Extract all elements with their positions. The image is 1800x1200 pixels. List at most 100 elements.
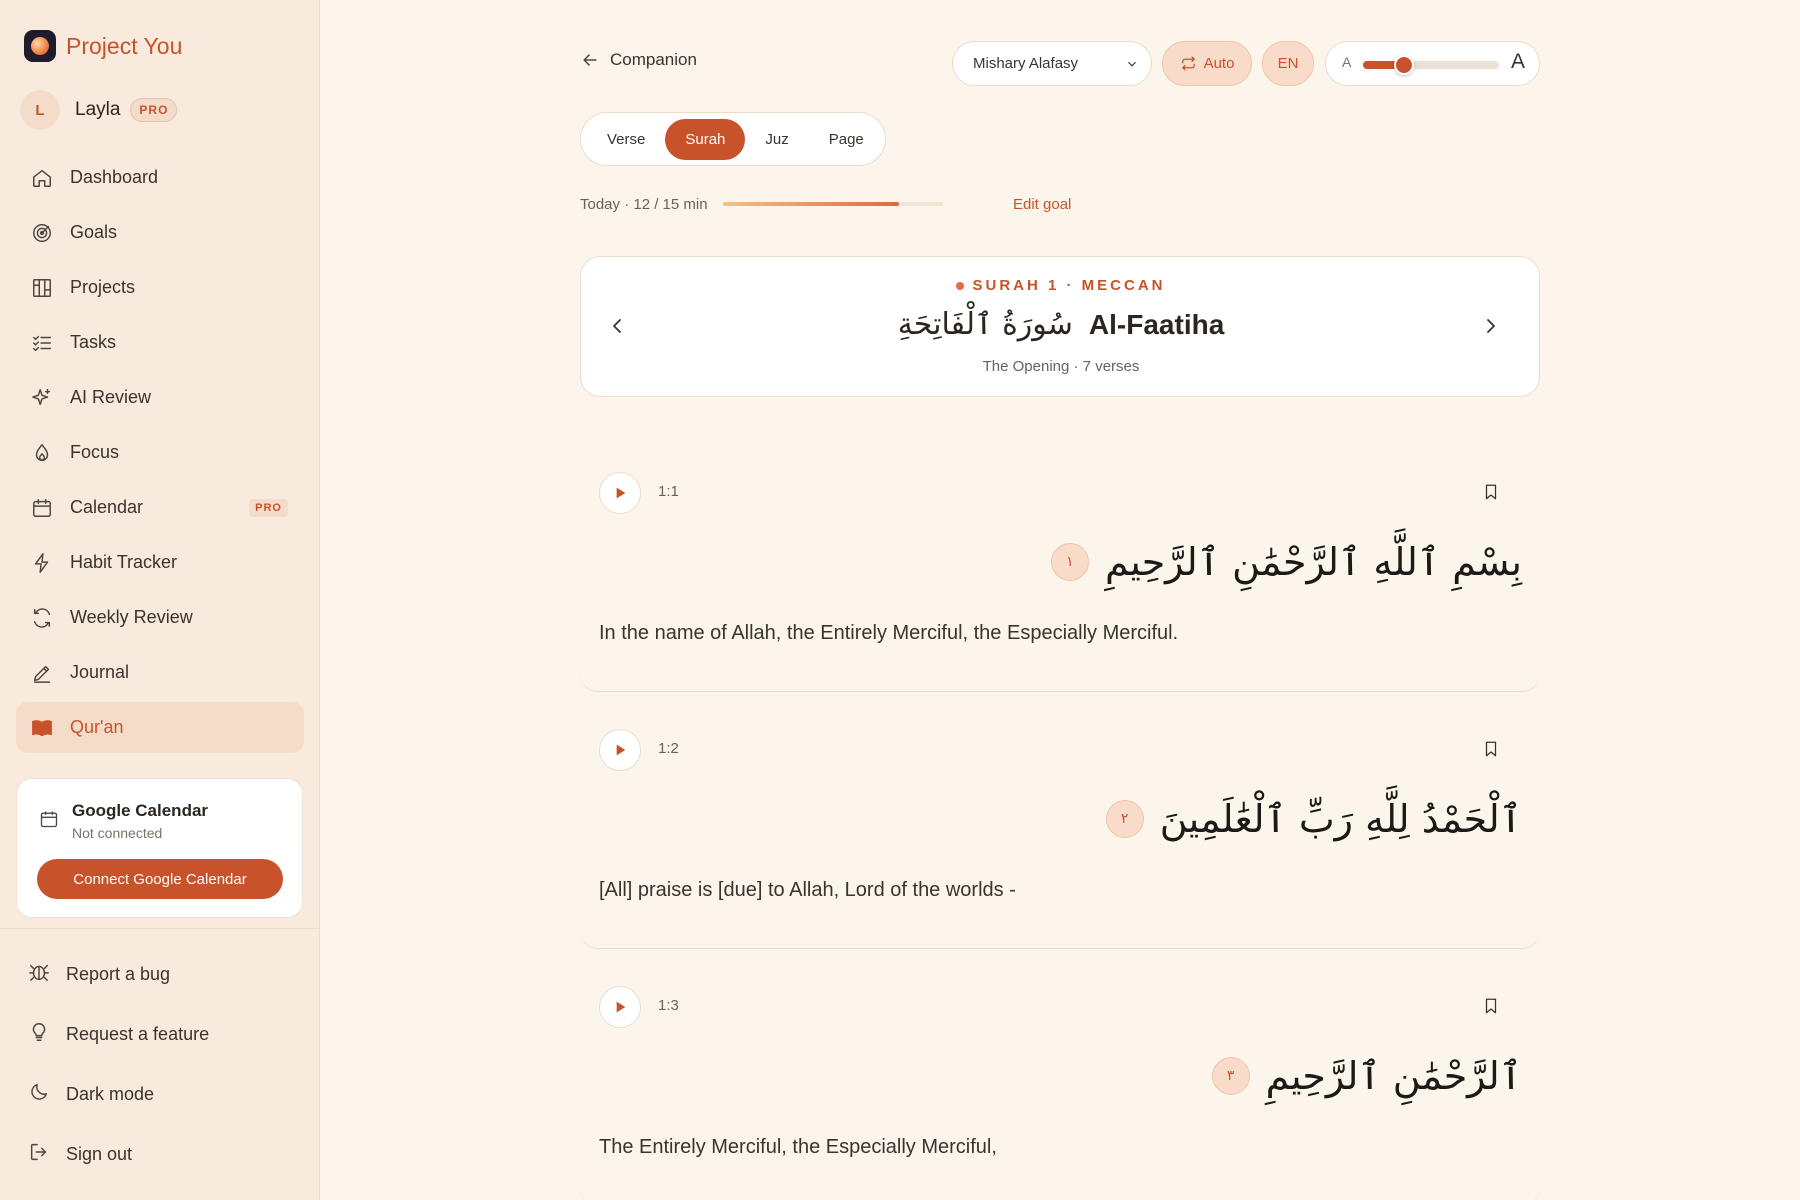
bookmark-button[interactable] <box>1482 482 1500 507</box>
verse-number: ١ <box>1050 543 1089 581</box>
tab-page[interactable]: Page <box>809 119 884 160</box>
edit-goal-link[interactable]: Edit goal <box>1013 196 1071 213</box>
verse-card: 1:3 ٣ ٱلرَّحْمَٰنِ ٱلرَّحِيمِ The Entire… <box>580 966 1540 1200</box>
sidebar-item-dashboard[interactable]: Dashboard <box>16 152 304 203</box>
sidebar-item-label: Projects <box>70 277 136 297</box>
auto-label: Auto <box>1203 55 1235 72</box>
sidebar-nav: Dashboard Goals Projects Tasks AI Review… <box>16 152 304 757</box>
next-surah-button[interactable] <box>1479 314 1503 343</box>
back-label: Companion <box>610 50 697 69</box>
surah-title-row: سُورَةُ ٱلْفَاتِحَةِ Al-Faatiha <box>581 307 1541 342</box>
lightbulb-icon <box>28 1021 50 1048</box>
surah-name: Al-Faatiha <box>1088 308 1225 340</box>
verse-card: 1:1 ١ بِسْمِ ٱللَّهِ ٱلرَّحْمَٰنِ ٱلرَّح… <box>580 452 1540 692</box>
sidebar-item-calendar[interactable]: Calendar PRO <box>16 482 304 533</box>
verse-translation: The Entirely Merciful, the Especially Me… <box>599 1136 997 1158</box>
sign-out-button[interactable]: Sign out <box>28 1124 209 1184</box>
verse-card: 1:2 ٢ ٱلْحَمْدُ لِلَّهِ رَبِّ ٱلْعَٰلَمِ… <box>580 709 1540 949</box>
dark-mode-label: Dark mode <box>66 1083 155 1104</box>
surah-header-card: SURAH 1 · MECCAN سُورَةُ ٱلْفَاتِحَةِ Al… <box>580 256 1540 397</box>
pro-badge: PRO <box>130 98 178 122</box>
bug-icon <box>28 961 50 988</box>
tab-juz[interactable]: Juz <box>745 119 808 160</box>
report-bug-label: Report a bug <box>66 963 171 984</box>
auto-play-toggle[interactable]: Auto <box>1162 41 1252 86</box>
target-icon <box>30 221 54 245</box>
play-verse-button[interactable] <box>599 729 641 771</box>
daily-goal-progress-fill <box>723 202 899 206</box>
sidebar-item-quran[interactable]: Qur'an <box>16 702 304 753</box>
sidebar-item-label: Calendar <box>70 497 144 517</box>
font-size-slider[interactable] <box>1363 55 1499 75</box>
sign-out-icon <box>28 1141 50 1168</box>
verse-arabic-row: ٣ ٱلرَّحْمَٰنِ ٱلرَّحِيمِ <box>1211 1054 1522 1098</box>
brand[interactable]: Project You <box>24 30 182 62</box>
bookmark-icon <box>1485 998 1497 1014</box>
arrow-left-icon <box>583 54 597 66</box>
sidebar-item-goals[interactable]: Goals <box>16 207 304 258</box>
sidebar-item-habit-tracker[interactable]: Habit Tracker <box>16 537 304 588</box>
connect-google-calendar-button[interactable]: Connect Google Calendar <box>37 859 283 899</box>
pro-badge: PRO <box>249 498 288 517</box>
moon-icon <box>28 1081 50 1108</box>
surah-meta: SURAH 1 · MECCAN <box>581 277 1541 294</box>
sidebar-item-label: Qur'an <box>70 717 124 737</box>
sidebar-item-ai-review[interactable]: AI Review <box>16 372 304 423</box>
tab-surah[interactable]: Surah <box>665 118 746 160</box>
sidebar-item-focus[interactable]: Focus <box>16 427 304 478</box>
play-icon <box>616 487 626 499</box>
verse-number: ٢ <box>1105 800 1144 838</box>
avatar: L <box>20 90 60 130</box>
verse-key: 1:1 <box>658 483 679 500</box>
quran-reader: Companion Mishary Alafasy Auto EN A A Ve… <box>580 0 1540 1200</box>
bookmark-button[interactable] <box>1482 739 1500 764</box>
play-icon <box>616 1001 626 1013</box>
grid-icon <box>30 276 54 300</box>
sidebar-item-projects[interactable]: Projects <box>16 262 304 313</box>
flame-icon <box>30 441 54 465</box>
book-icon <box>30 716 54 740</box>
verse-arabic: ٱلْحَمْدُ لِلَّهِ رَبِّ ٱلْعَٰلَمِينَ <box>1159 797 1522 841</box>
tab-verse[interactable]: Verse <box>587 119 665 160</box>
bookmark-icon <box>1485 484 1497 500</box>
font-size-large-label: A <box>1510 50 1525 73</box>
request-feature-button[interactable]: Request a feature <box>28 1004 209 1064</box>
sidebar-bottom-nav: Report a bug Request a feature Dark mode… <box>28 944 209 1184</box>
play-verse-button[interactable] <box>599 986 641 1028</box>
app-logo-icon <box>24 30 56 62</box>
chevron-down-icon <box>1128 61 1136 67</box>
dark-mode-toggle[interactable]: Dark mode <box>28 1064 209 1124</box>
bookmark-button[interactable] <box>1482 996 1500 1021</box>
language-toggle[interactable]: EN <box>1262 41 1314 86</box>
google-calendar-card: Google Calendar Not connected Connect Go… <box>16 778 303 918</box>
repeat-icon <box>1181 56 1195 71</box>
sidebar-item-weekly-review[interactable]: Weekly Review <box>16 592 304 643</box>
verse-arabic: ٱلرَّحْمَٰنِ ٱلرَّحِيمِ <box>1265 1054 1522 1098</box>
sidebar-item-label: Journal <box>70 662 130 682</box>
sidebar-divider <box>0 928 320 929</box>
surah-dot-icon <box>956 282 965 291</box>
verse-arabic: بِسْمِ ٱللَّهِ ٱلرَّحْمَٰنِ ٱلرَّحِيمِ <box>1104 540 1522 584</box>
sidebar-item-tasks[interactable]: Tasks <box>16 317 304 368</box>
refresh-icon <box>30 606 54 630</box>
home-icon <box>30 166 54 190</box>
sidebar-item-journal[interactable]: Journal <box>16 647 304 698</box>
sidebar-item-label: Goals <box>70 222 118 242</box>
back-button[interactable]: Companion <box>580 50 697 70</box>
verse-key: 1:3 <box>658 997 679 1014</box>
font-size-slider-thumb[interactable] <box>1393 55 1414 75</box>
user-profile[interactable]: L Layla PRO <box>20 90 178 130</box>
reading-mode-tabs: Verse Surah Juz Page <box>580 112 886 166</box>
reciter-select[interactable]: Mishary Alafasy <box>952 41 1152 86</box>
sparkle-icon <box>30 386 54 410</box>
font-size-small-label: A <box>1342 54 1352 70</box>
google-calendar-title: Google Calendar <box>72 801 209 820</box>
play-verse-button[interactable] <box>599 472 641 514</box>
surah-subtitle: The Opening · 7 verses <box>982 358 1140 375</box>
calendar-icon <box>39 809 59 834</box>
bolt-icon <box>30 551 54 575</box>
daily-goal-text: Today · 12 / 15 min <box>580 196 708 213</box>
calendar-icon <box>30 496 54 520</box>
report-bug-button[interactable]: Report a bug <box>28 944 209 1004</box>
checklist-icon <box>30 331 54 355</box>
